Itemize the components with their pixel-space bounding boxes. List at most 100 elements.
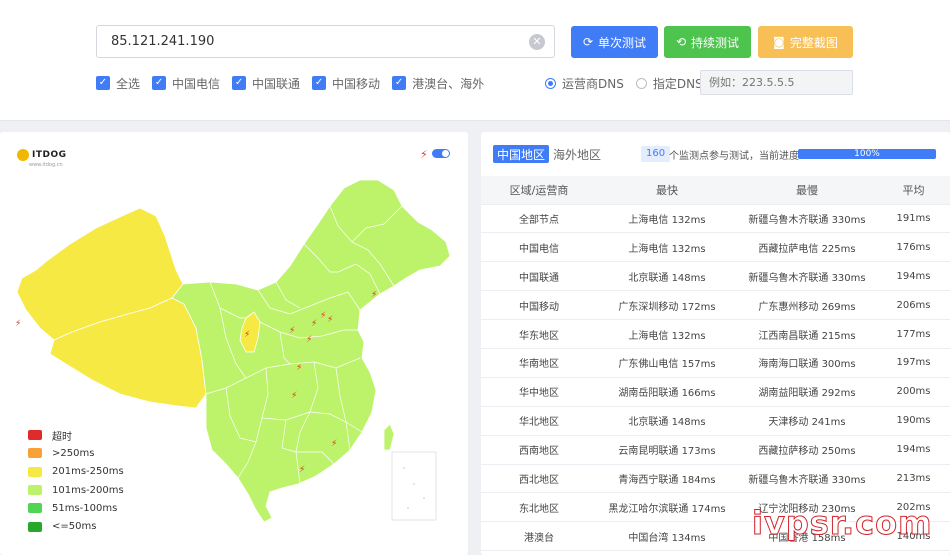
progress-bar: 100%	[798, 149, 936, 159]
progress-text: 个监测点参与测试，当前进度：	[669, 151, 809, 162]
table-row[interactable]: 中国联通 北京联通 148ms 新疆乌鲁木齐联通 330ms 194ms	[481, 261, 950, 292]
table-cell: 黑龙江哈尔滨联通 174ms	[597, 492, 737, 523]
bolt-icon: ⚡	[244, 330, 250, 340]
radio-isp-dns[interactable]: 运营商DNS	[545, 75, 624, 92]
legend-label: <=50ms	[52, 521, 97, 533]
region-taiwan[interactable]	[383, 423, 395, 451]
legend-item: 201ms-250ms	[28, 463, 124, 481]
logo-text: ITDOG	[32, 150, 67, 160]
table-cell: 海南海口联通 300ms	[737, 348, 877, 378]
table-row[interactable]: 华北地区 北京联通 148ms 天津移动 241ms 190ms	[481, 406, 950, 436]
bolt-icon: ⚡	[306, 335, 312, 345]
legend-label: 超时	[52, 431, 72, 443]
radio-label: 指定DNS:	[652, 76, 707, 91]
single-test-button[interactable]: ⟳ 单次测试	[571, 26, 658, 58]
refresh-icon: ⟳	[582, 35, 594, 49]
legend-swatch	[28, 448, 42, 459]
checkbox-hk-tw-overseas[interactable]: ✓ 港澳台、海外	[392, 75, 484, 92]
legend-swatch	[28, 466, 42, 477]
table-cell: 191ms	[877, 204, 950, 234]
ip-input-wrapper: ✕	[96, 25, 555, 58]
table-row[interactable]: 西南地区 云南昆明联通 173ms 西藏拉萨移动 250ms 194ms	[481, 435, 950, 465]
continuous-test-button[interactable]: ⟲ 持续测试	[664, 26, 751, 58]
checkbox-telecom[interactable]: ✓ 中国电信	[152, 75, 220, 92]
table-row[interactable]: 中国移动 广东深圳移动 172ms 广东惠州移动 269ms 206ms	[481, 290, 950, 321]
tab-china-region[interactable]: 中国地区	[493, 145, 550, 163]
check-icon: ✓	[152, 76, 167, 90]
results-panel: 中国地区 海外地区 160 个监测点参与测试，当前进度： 100% 区域/运营商…	[481, 132, 950, 555]
table-cell: 190ms	[877, 406, 950, 436]
checkbox-select-all[interactable]: ✓ 全选	[96, 75, 140, 92]
results-table: 区域/运营商 最快 最慢 平均 全部节点 上海电信 132ms 新疆乌鲁木齐联通 3…	[481, 176, 950, 552]
table-row[interactable]: 西北地区 青海西宁联通 184ms 新疆乌鲁木齐联通 330ms 213ms	[481, 464, 950, 494]
table-row[interactable]: 华南地区 广东佛山电信 157ms 海南海口联通 300ms 197ms	[481, 348, 950, 378]
radio-label: 运营商DNS	[562, 76, 624, 91]
bolt-icon: ⚡	[331, 439, 337, 449]
ip-input[interactable]	[97, 26, 554, 57]
table-row[interactable]: 中国电信 上海电信 132ms 西藏拉萨电信 225ms 176ms	[481, 232, 950, 263]
table-cell: 北京联通 148ms	[597, 406, 737, 436]
table-cell: 西北地区	[481, 464, 597, 494]
legend-label: >250ms	[52, 447, 95, 459]
bolt-icon: ⚡	[296, 363, 302, 373]
bolt-icon: ⚡	[15, 319, 21, 329]
table-cell: 新疆乌鲁木齐联通 330ms	[737, 204, 877, 234]
table-row[interactable]: 华中地区 湖南岳阳联通 166ms 湖南益阳联通 292ms 200ms	[481, 377, 950, 407]
table-cell: 东北地区	[481, 492, 597, 523]
region-mainland[interactable]	[171, 179, 451, 523]
south-china-sea-inset	[391, 451, 437, 521]
legend-item: >250ms	[28, 444, 124, 462]
table-row[interactable]: 全部节点 上海电信 132ms 新疆乌鲁木齐联通 330ms 191ms	[481, 204, 950, 234]
table-cell: 湖南益阳联通 292ms	[737, 377, 877, 407]
itdog-logo: ITDOG	[17, 149, 67, 161]
continuous-test-label: 持续测试	[691, 35, 740, 50]
checkbox-label: 全选	[116, 76, 141, 91]
checkbox-label: 港澳台、海外	[412, 76, 485, 91]
inset-islands	[403, 467, 425, 509]
latency-map-panel: ⚡ ⚡ ⚡ ⚡ ⚡ ⚡ ⚡ ⚡ ⚡ ⚡ ⚡ ⚡ ITDOG www.itdog.…	[0, 132, 468, 555]
table-cell: 华中地区	[481, 377, 597, 407]
check-icon: ✓	[312, 76, 327, 90]
table-cell: 中国台湾 134ms	[597, 521, 737, 552]
checkbox-unicom[interactable]: ✓ 中国联通	[232, 75, 300, 92]
table-cell: 云南昆明联通 173ms	[597, 435, 737, 465]
checkbox-mobile[interactable]: ✓ 中国移动	[312, 75, 380, 92]
legend-item: <=50ms	[28, 517, 124, 535]
table-cell: 湖南岳阳联通 166ms	[597, 377, 737, 407]
table-cell: 广东佛山电信 157ms	[597, 348, 737, 378]
table-cell: 197ms	[877, 348, 950, 378]
custom-dns-input[interactable]	[700, 70, 853, 95]
check-icon: ✓	[392, 76, 407, 90]
legend-swatch	[28, 503, 42, 514]
table-cell: 全部节点	[481, 204, 597, 234]
table-cell: 西藏拉萨移动 250ms	[737, 435, 877, 465]
logo-subtext: www.itdog.cn	[29, 162, 63, 168]
bolt-icon: ⚡	[327, 315, 333, 325]
column-header: 最快	[597, 176, 737, 205]
node-marker-toggle[interactable]	[432, 149, 450, 158]
radio-custom-dns[interactable]: 指定DNS:	[635, 75, 707, 92]
table-cell: 194ms	[877, 261, 950, 292]
clear-icon[interactable]: ✕	[529, 34, 545, 50]
table-row[interactable]: 华东地区 上海电信 132ms 江西南昌联通 215ms 177ms	[481, 319, 950, 349]
table-cell: 广东深圳移动 172ms	[597, 290, 737, 321]
results-table-body: 全部节点 上海电信 132ms 新疆乌鲁木齐联通 330ms 191ms 中国电信 上海电…	[481, 204, 950, 552]
table-cell: 港澳台	[481, 521, 597, 552]
legend-swatch	[28, 521, 42, 532]
node-count-badge: 160	[641, 146, 671, 162]
table-cell: 200ms	[877, 377, 950, 407]
check-icon: ✓	[96, 76, 110, 90]
checkbox-label: 中国移动	[332, 76, 381, 91]
legend-item: 101ms-200ms	[28, 481, 124, 499]
table-cell: 中国电信	[481, 232, 597, 263]
bolt-icon: ⚡	[420, 148, 428, 161]
bolt-icon: ⚡	[299, 465, 305, 475]
tab-overseas-region[interactable]: 海外地区	[549, 145, 605, 163]
checkbox-label: 中国联通	[252, 76, 301, 91]
table-cell: 206ms	[877, 290, 950, 321]
dns-selector: 运营商DNS 指定DNS:	[545, 71, 719, 95]
latency-legend: 超时 >250ms 201ms-250ms 101ms-200ms 51ms-1…	[28, 426, 124, 536]
table-cell: 天津移动 241ms	[737, 406, 877, 436]
table-cell: 新疆乌鲁木齐联通 330ms	[737, 464, 877, 494]
full-screenshot-button[interactable]: ◙ 完整截图	[758, 26, 853, 58]
